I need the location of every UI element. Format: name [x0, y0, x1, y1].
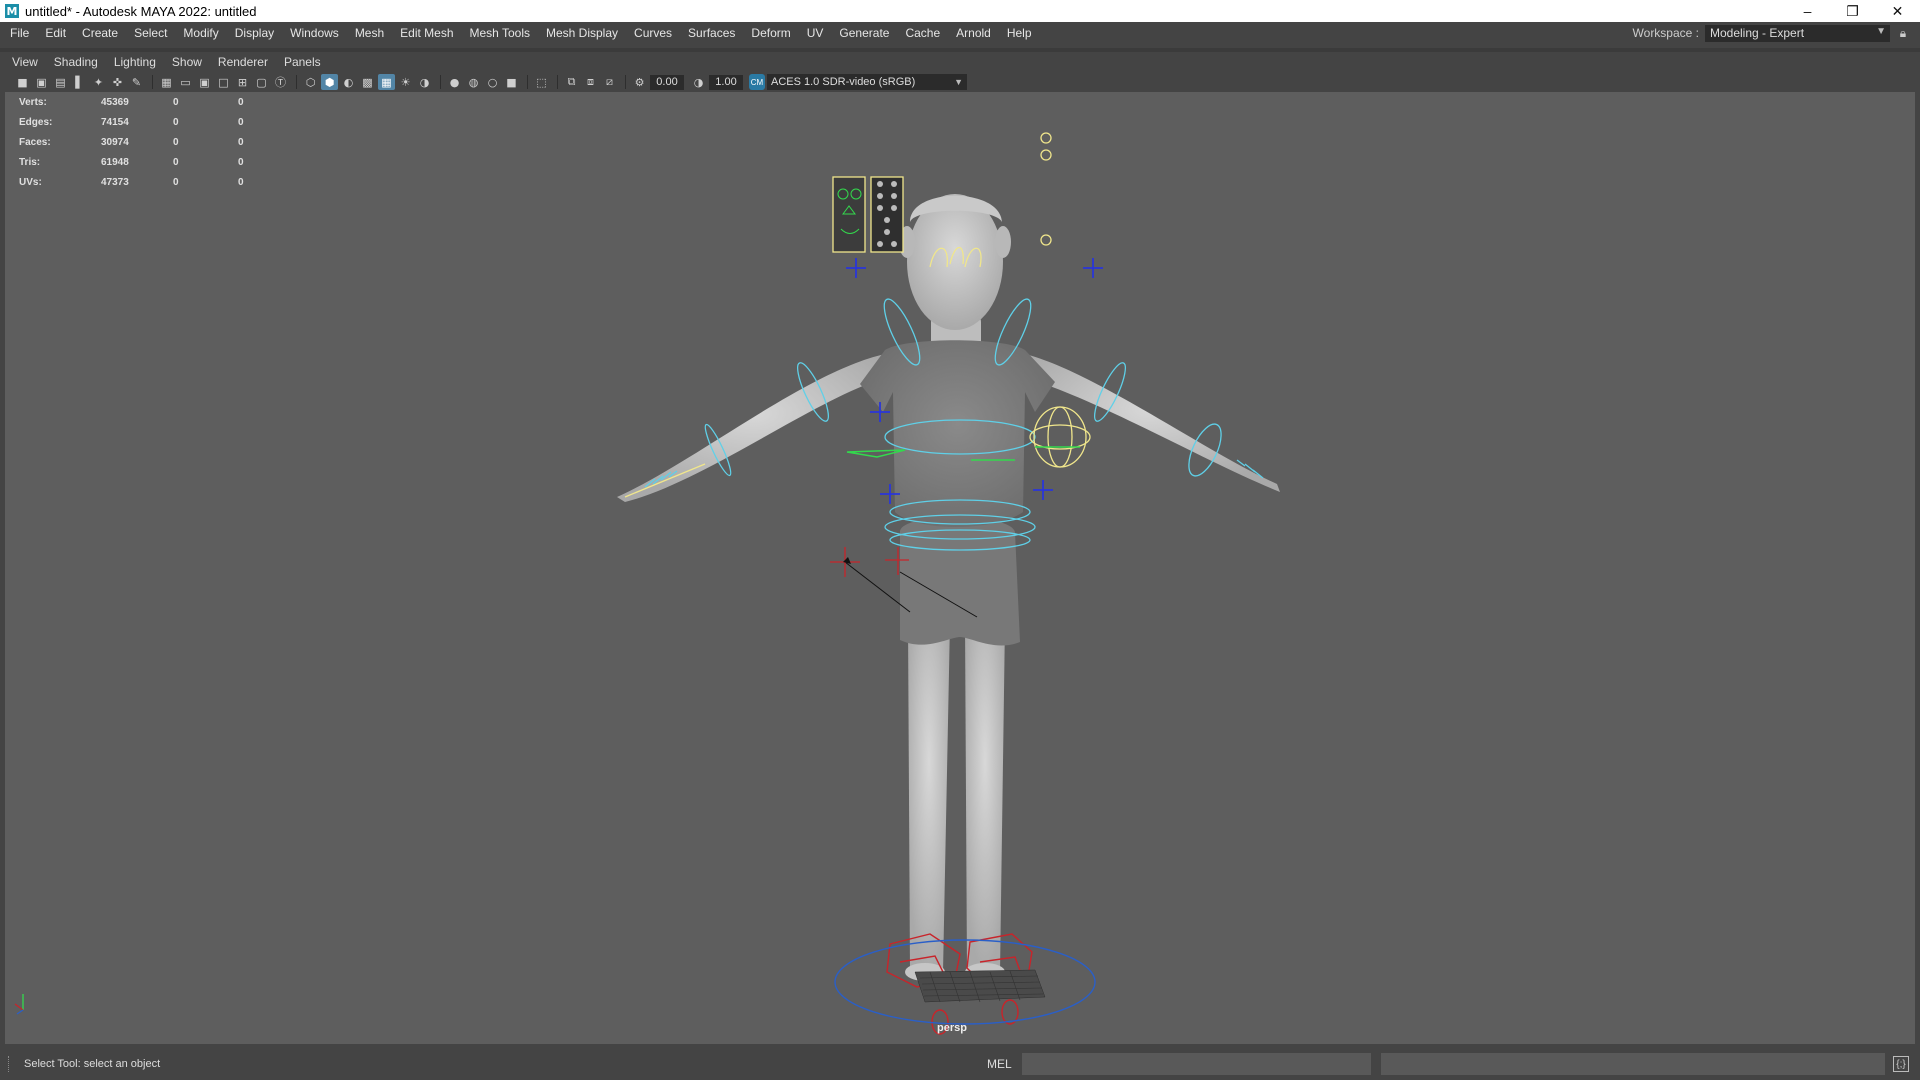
poly-count-hud: Verts: 45369 0 0 Edges: 74154 0 0 Faces:…	[19, 92, 278, 192]
hud-row-tris: Tris: 61948 0 0	[19, 156, 244, 168]
scene-canvas[interactable]	[5, 92, 1915, 1044]
color-management-icon[interactable]: CM	[749, 74, 765, 90]
menu-arnold[interactable]: Arnold	[948, 22, 999, 44]
ambient-occlusion-icon[interactable]: ●	[446, 74, 463, 90]
drag-handle[interactable]	[8, 1056, 11, 1072]
restore-icon[interactable]: ❐	[1830, 0, 1875, 22]
face-picker-panel[interactable]	[832, 176, 904, 253]
script-editor-icon[interactable]: {;}	[1893, 1056, 1909, 1072]
hud-row-faces: Faces: 30974 0 0	[19, 136, 244, 148]
panel-menu-renderer[interactable]: Renderer	[210, 55, 276, 69]
anti-aliasing-icon[interactable]: ○	[484, 74, 501, 90]
smooth-shade-icon[interactable]: ⬢	[321, 74, 338, 90]
panel-menu-panels[interactable]: Panels	[276, 55, 329, 69]
panel-menu-lighting[interactable]: Lighting	[106, 55, 164, 69]
menu-mesh-display[interactable]: Mesh Display	[538, 22, 626, 44]
wireframe-on-shaded-icon[interactable]: ▦	[378, 74, 395, 90]
camera-name-label: persp	[937, 1022, 967, 1034]
chevron-down-icon: ▼	[1876, 25, 1886, 37]
grid-icon[interactable]: ▦	[158, 74, 175, 90]
menu-create[interactable]: Create	[74, 22, 126, 44]
default-material-icon[interactable]: ◐	[340, 74, 357, 90]
workspace-value: Modeling - Expert	[1710, 26, 1805, 40]
2d-pan-zoom-icon[interactable]: ✜	[109, 74, 126, 90]
close-icon[interactable]: ✕	[1875, 0, 1920, 22]
exposure-field[interactable]: 0.00	[650, 74, 684, 90]
use-all-lights-icon[interactable]: ☀	[397, 74, 414, 90]
menu-windows[interactable]: Windows	[282, 22, 347, 44]
select-camera-icon[interactable]: ■	[14, 74, 31, 90]
wireframe-icon[interactable]: ⬡	[302, 74, 319, 90]
menu-curves[interactable]: Curves	[626, 22, 680, 44]
menu-display[interactable]: Display	[227, 22, 282, 44]
menu-surfaces[interactable]: Surfaces	[680, 22, 743, 44]
command-language-toggle[interactable]: MEL	[987, 1057, 1012, 1071]
character-mesh[interactable]	[617, 194, 1280, 981]
shadows-icon[interactable]: ◑	[416, 74, 433, 90]
menu-file[interactable]: File	[0, 22, 37, 44]
command-result-field	[1381, 1053, 1885, 1075]
menu-mesh[interactable]: Mesh	[347, 22, 392, 44]
panel-menu-view[interactable]: View	[6, 55, 46, 69]
textured-icon[interactable]: ▩	[359, 74, 376, 90]
chevron-down-icon: ▼	[954, 77, 963, 87]
resolution-gate-icon[interactable]: ▣	[196, 74, 213, 90]
perspective-viewport[interactable]: Verts: 45369 0 0 Edges: 74154 0 0 Faces:…	[5, 92, 1915, 1044]
help-line-text: Select Tool: select an object	[24, 1058, 161, 1070]
safe-title-icon[interactable]: Ⓣ	[272, 74, 289, 90]
gate-mask-icon[interactable]: □	[215, 74, 232, 90]
window-title: untitled* - Autodesk MAYA 2022: untitled	[25, 3, 257, 19]
grease-pencil-icon[interactable]: ✎	[128, 74, 145, 90]
xray-active-components-icon[interactable]: ⧈	[582, 74, 599, 90]
menu-select[interactable]: Select	[126, 22, 175, 44]
workspace-label: Workspace :	[1632, 26, 1699, 40]
depth-of-field-icon[interactable]: ■	[503, 74, 520, 90]
menu-generate[interactable]: Generate	[831, 22, 897, 44]
view-transform-value: ACES 1.0 SDR-video (sRGB)	[771, 76, 916, 88]
panel-menu-show[interactable]: Show	[164, 55, 210, 69]
menu-cache[interactable]: Cache	[897, 22, 948, 44]
menu-modify[interactable]: Modify	[175, 22, 226, 44]
field-chart-icon[interactable]: ⊞	[234, 74, 251, 90]
bookmark-icon[interactable]: ▌	[71, 74, 88, 90]
command-input[interactable]	[1022, 1053, 1371, 1075]
film-gate-icon[interactable]: ▭	[177, 74, 194, 90]
master-control[interactable]	[834, 939, 1096, 1025]
motion-blur-icon[interactable]: ◍	[465, 74, 482, 90]
title-bar: M untitled* - Autodesk MAYA 2022: untitl…	[0, 0, 1920, 22]
hud-row-uvs: UVs: 47373 0 0	[19, 176, 244, 188]
menu-edit-mesh[interactable]: Edit Mesh	[392, 22, 461, 44]
xray-joints-icon[interactable]: ⧄	[601, 74, 618, 90]
workspace-selector: Workspace : Modeling - Expert ▼ 🔒︎	[1633, 22, 1910, 44]
isolate-select-icon[interactable]: ⬚	[533, 74, 550, 90]
panel-menu-bar: View Shading Lighting Show Renderer Pane…	[0, 52, 1920, 72]
maya-app-icon: M	[5, 4, 19, 18]
help-command-line: Select Tool: select an object MEL {;}	[0, 1048, 1920, 1080]
viewport-toolbar: ■ ▣ ▤ ▌ ✦ ✜ ✎ ▦ ▭ ▣ □ ⊞ ▢ Ⓣ ⬡ ⬢ ◐ ▩ ▦ ☀ …	[0, 72, 1920, 92]
axis-gizmo	[14, 994, 24, 1015]
camera-attributes-icon[interactable]: ▣	[33, 74, 50, 90]
view-transform-dropdown[interactable]: ACES 1.0 SDR-video (sRGB) ▼	[767, 74, 967, 90]
xray-icon[interactable]: ⧉	[563, 74, 580, 90]
menu-help[interactable]: Help	[999, 22, 1040, 44]
hud-row-verts: Verts: 45369 0 0	[19, 96, 244, 108]
hud-row-edges: Edges: 74154 0 0	[19, 116, 244, 128]
menu-mesh-tools[interactable]: Mesh Tools	[462, 22, 538, 44]
gamma-icon[interactable]: ◑	[690, 74, 707, 90]
exposure-icon[interactable]: ⚙	[631, 74, 648, 90]
bookmark-camera-icon[interactable]: ▤	[52, 74, 69, 90]
lock-icon[interactable]: 🔒︎	[1896, 26, 1910, 40]
image-plane-icon[interactable]: ✦	[90, 74, 107, 90]
menu-deform[interactable]: Deform	[743, 22, 798, 44]
menu-uv[interactable]: UV	[799, 22, 832, 44]
safe-action-icon[interactable]: ▢	[253, 74, 270, 90]
panel-menu-shading[interactable]: Shading	[46, 55, 106, 69]
minimize-icon[interactable]: –	[1785, 0, 1830, 22]
menu-edit[interactable]: Edit	[37, 22, 74, 44]
gamma-field[interactable]: 1.00	[709, 74, 743, 90]
workspace-dropdown[interactable]: Modeling - Expert ▼	[1705, 24, 1890, 42]
